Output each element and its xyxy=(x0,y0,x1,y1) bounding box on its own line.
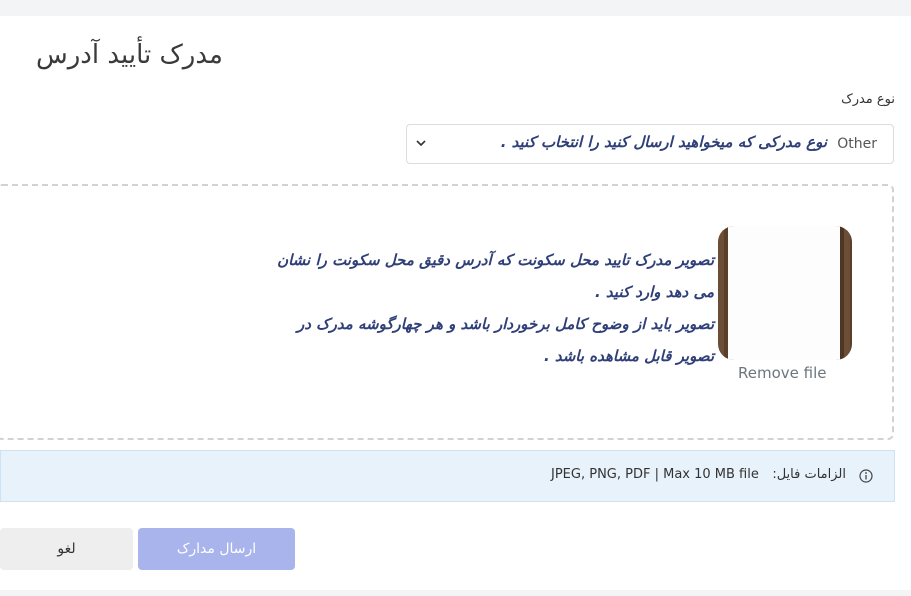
instruction-line: تصویر قابل مشاهده باشد . xyxy=(543,347,714,365)
file-requirements-bar: الزامات فایل: JPEG, PNG, PDF | Max 10 MB… xyxy=(0,450,895,502)
document-type-hint: نوع مدرکی که میخواهید ارسال کنید را انتخ… xyxy=(500,133,827,151)
remove-file-link[interactable]: Remove file xyxy=(738,364,826,382)
instruction-line: تصویر مدرک تایید محل سکونت که آدرس دقیق … xyxy=(277,251,714,269)
instruction-line: تصویر باید از وضوح کامل برخوردار باشد و … xyxy=(297,315,714,333)
requirements-value: JPEG, PNG, PDF | Max 10 MB file xyxy=(551,467,759,482)
chevron-down-icon[interactable] xyxy=(413,135,429,151)
cancel-button[interactable]: لغو xyxy=(0,528,133,570)
document-type-label: نوع مدرک xyxy=(841,92,895,107)
document-type-value: Other xyxy=(837,136,877,152)
upload-instructions: تصویر مدرک تایید محل سکونت که آدرس دقیق … xyxy=(186,244,714,372)
document-paper xyxy=(728,226,840,360)
submit-documents-button[interactable]: ارسال مدارک xyxy=(138,528,295,570)
requirements-label: الزامات فایل: xyxy=(772,467,846,482)
page-title: مدرک تأیید آدرس xyxy=(36,40,223,70)
document-type-select[interactable]: نوع مدرکی که میخواهید ارسال کنید را انتخ… xyxy=(406,124,894,164)
uploaded-file-thumbnail xyxy=(718,226,852,360)
instruction-line: می دهد وارد کنید . xyxy=(595,283,714,301)
info-icon xyxy=(859,469,873,483)
